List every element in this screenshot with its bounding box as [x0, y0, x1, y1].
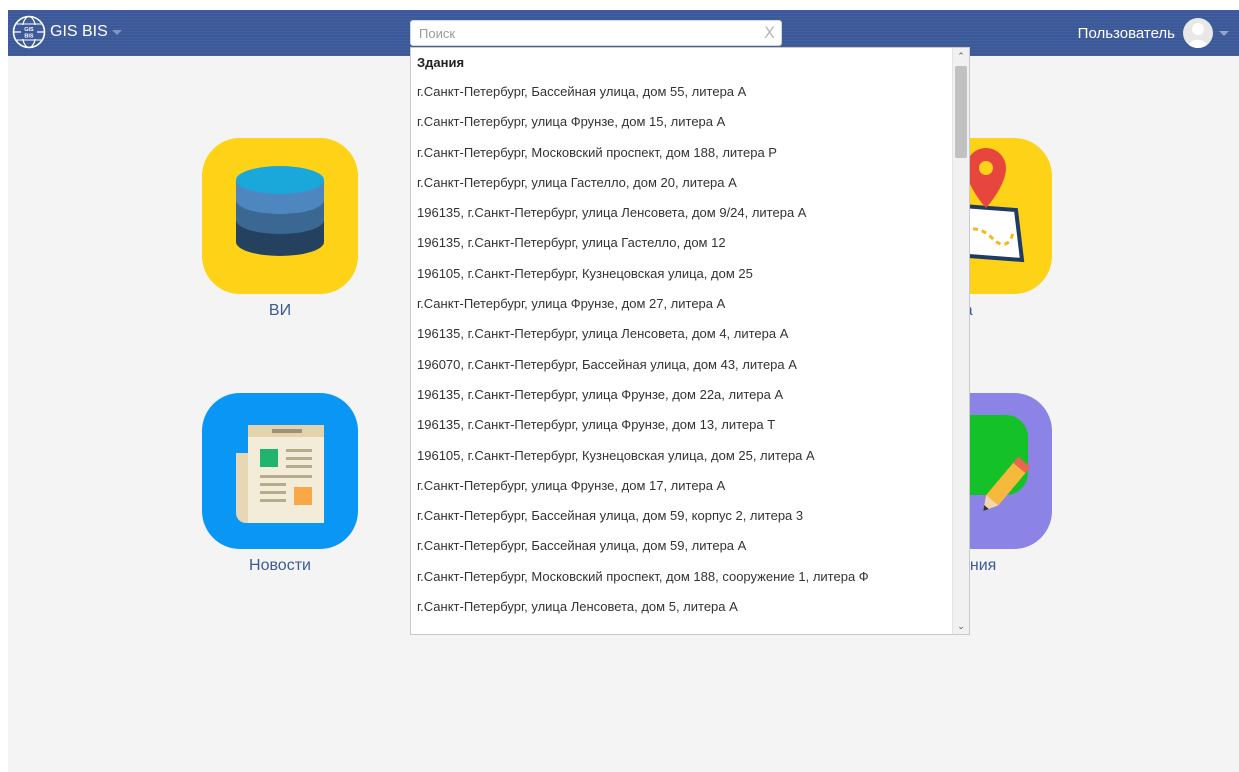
result-item[interactable]: 196135, г.Санкт-Петербург, улица Ленсове…: [411, 319, 953, 349]
result-item[interactable]: г.Санкт-Петербург, улица Фрунзе, дом 27,…: [411, 289, 953, 319]
search-results-dropdown: Здания г.Санкт-Петербург, Бассейная улиц…: [410, 47, 970, 635]
user-avatar-icon: [1183, 18, 1213, 48]
result-item[interactable]: г.Санкт-Петербург, улица Фрунзе, дом 15,…: [411, 107, 953, 137]
svg-text:BIS: BIS: [24, 34, 34, 40]
svg-text:GIS: GIS: [24, 27, 34, 33]
result-item[interactable]: 196070, г.Санкт-Петербург, Бассейная ули…: [411, 350, 953, 380]
search-box: X: [410, 20, 782, 46]
result-item[interactable]: г.Санкт-Петербург, улица Ленсовета, дом …: [411, 592, 953, 622]
database-icon: [202, 138, 358, 294]
caret-down-icon: [1219, 30, 1229, 36]
result-item[interactable]: 196105, г.Санкт-Петербург, Кузнецовская …: [411, 259, 953, 289]
globe-logo-icon: GIS BIS: [12, 15, 46, 49]
results-group-header: Здания: [417, 55, 465, 70]
scroll-up-arrow-icon[interactable]: ⌃: [953, 48, 969, 64]
result-item[interactable]: г.Санкт-Петербург, Московский проспект, …: [411, 562, 953, 592]
newspaper-icon: [202, 393, 358, 549]
result-item[interactable]: г.Санкт-Петербург, улица Гастелло, дом 2…: [411, 168, 953, 198]
scroll-down-arrow-icon[interactable]: ⌄: [953, 618, 969, 634]
brand-name: GIS BIS: [50, 23, 108, 40]
caret-down-icon: [111, 29, 122, 35]
clear-search-icon[interactable]: X: [764, 23, 775, 43]
result-item[interactable]: г.Санкт-Петербург, Московский проспект, …: [411, 138, 953, 168]
results-list: Здания г.Санкт-Петербург, Бассейная улиц…: [411, 48, 953, 622]
user-name: Пользователь: [1077, 24, 1175, 42]
tile-label: ВИ: [268, 302, 292, 319]
tile-label: Новости: [249, 557, 311, 574]
brand-menu[interactable]: GIS BIS GIS BIS: [12, 14, 122, 50]
tile-vi[interactable]: ВИ: [202, 138, 358, 320]
dropdown-scrollbar[interactable]: ⌃ ⌄: [952, 48, 969, 634]
result-item[interactable]: 196135, г.Санкт-Петербург, улица Ленсове…: [411, 198, 953, 228]
result-item[interactable]: г.Санкт-Петербург, Бассейная улица, дом …: [411, 501, 953, 531]
result-item[interactable]: 196135, г.Санкт-Петербург, улица Фрунзе,…: [411, 410, 953, 440]
tile-news[interactable]: Новости: [202, 393, 358, 575]
search-input[interactable]: [411, 21, 751, 45]
result-item[interactable]: г.Санкт-Петербург, улица Фрунзе, дом 17,…: [411, 471, 953, 501]
result-item[interactable]: г.Санкт-Петербург, Бассейная улица, дом …: [411, 531, 953, 561]
result-item[interactable]: 196105, г.Санкт-Петербург, Кузнецовская …: [411, 441, 953, 471]
user-menu[interactable]: Пользователь: [1078, 16, 1229, 50]
result-item[interactable]: 196135, г.Санкт-Петербург, улица Гастелл…: [411, 228, 953, 258]
result-item[interactable]: г.Санкт-Петербург, Бассейная улица, дом …: [411, 77, 953, 107]
scrollbar-thumb[interactable]: [955, 66, 967, 158]
result-item[interactable]: 196135, г.Санкт-Петербург, улица Фрунзе,…: [411, 380, 953, 410]
app-frame: GIS BIS GIS BIS X Пользователь: [8, 10, 1239, 772]
